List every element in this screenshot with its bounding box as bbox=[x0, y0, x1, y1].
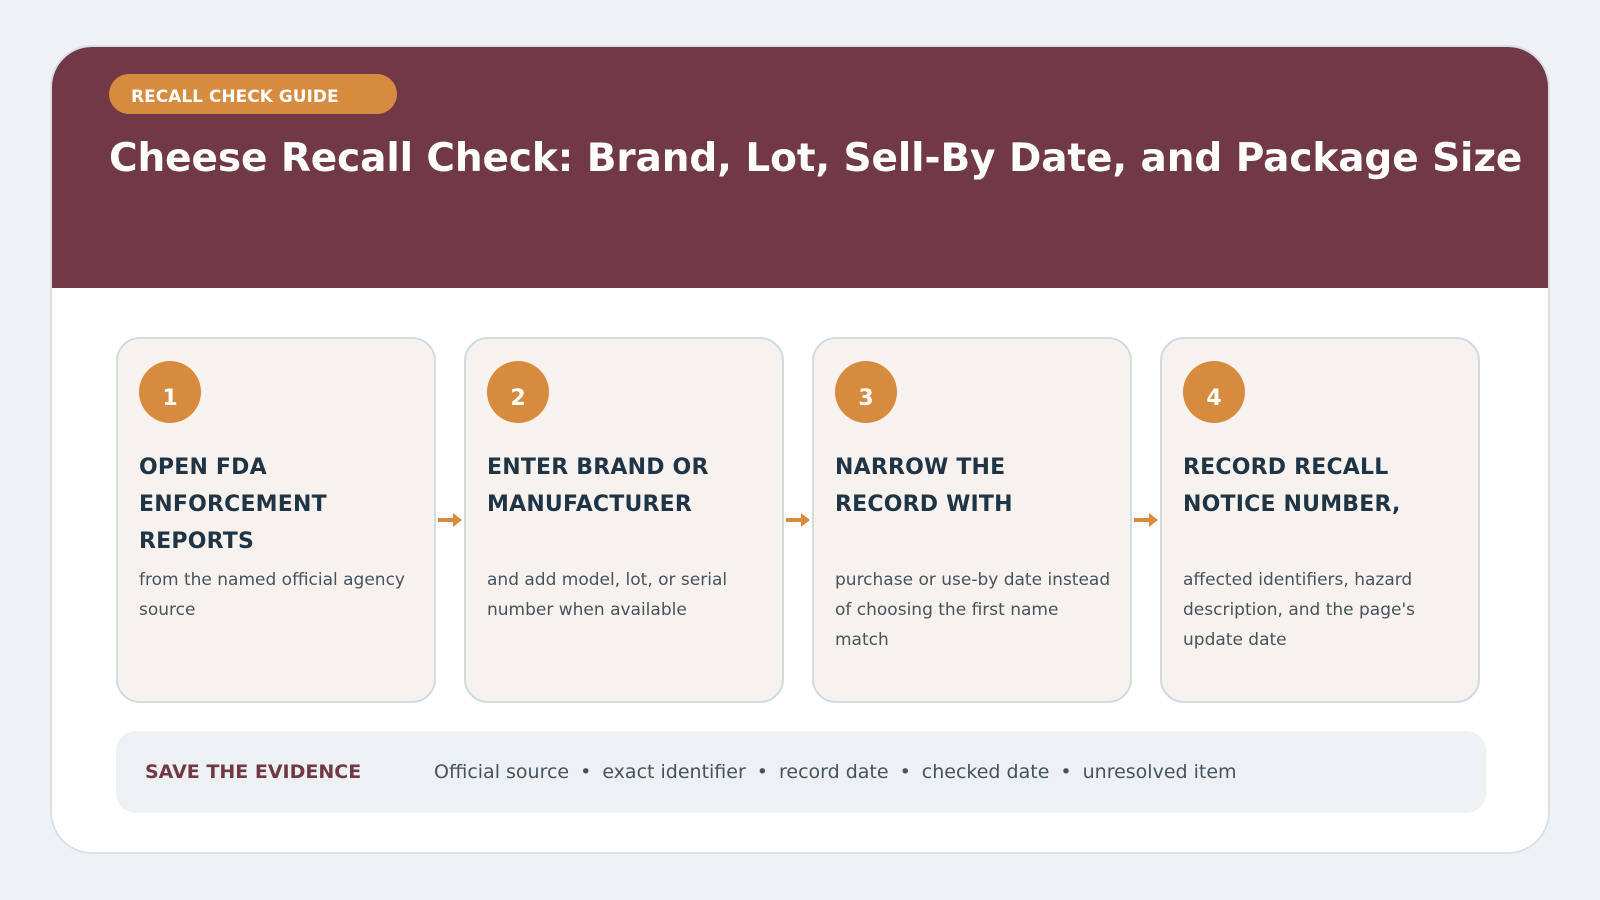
step-card-1: 1 OPEN FDA ENFORCEMENT REPORTS from the … bbox=[116, 337, 436, 703]
step-card-3: 3 NARROW THE RECORD WITH purchase or use… bbox=[812, 337, 1132, 703]
evidence-items: Official source • exact identifier • record … bbox=[434, 759, 1237, 785]
step-title: OPEN FDA ENFORCEMENT REPORTS bbox=[139, 455, 327, 554]
recall-guide-card: RECALL CHECK GUIDE Cheese Recall Check: … bbox=[50, 45, 1550, 854]
page-title: Cheese Recall Check: Brand, Lot, Sell-By… bbox=[109, 136, 1523, 181]
step-title: NARROW THE RECORD WITH bbox=[835, 455, 1013, 517]
step-card-2: 2 ENTER BRAND OR MANUFACTURER and add mo… bbox=[464, 337, 784, 703]
evidence-item-record-date: record date bbox=[779, 761, 889, 783]
evidence-item-exact-identifier: exact identifier bbox=[602, 761, 746, 783]
step-description: purchase or use-by date instead of choos… bbox=[835, 570, 1111, 650]
arrow-right-icon bbox=[786, 513, 810, 527]
step-card-4: 4 RECORD RECALL NOTICE NUMBER, affected … bbox=[1160, 337, 1480, 703]
step-number-badge: 3 bbox=[835, 361, 897, 423]
step-title: RECORD RECALL NOTICE NUMBER, bbox=[1183, 455, 1401, 517]
guide-header: RECALL CHECK GUIDE Cheese Recall Check: … bbox=[52, 47, 1548, 288]
bullet-separator-icon: • bbox=[580, 761, 592, 783]
evidence-item-official-source: Official source bbox=[434, 761, 570, 783]
evidence-checklist: SAVE THE EVIDENCE Official source • exact … bbox=[116, 731, 1486, 813]
evidence-item-checked-date: checked date bbox=[921, 761, 1050, 783]
step-number-badge: 2 bbox=[487, 361, 549, 423]
step-title: ENTER BRAND OR MANUFACTURER bbox=[487, 455, 709, 517]
evidence-heading: SAVE THE EVIDENCE bbox=[145, 761, 362, 783]
step-number-badge: 1 bbox=[139, 361, 201, 423]
bullet-separator-icon: • bbox=[756, 761, 768, 783]
arrow-right-icon bbox=[438, 513, 462, 527]
step-description: and add model, lot, or serial number whe… bbox=[487, 570, 728, 620]
arrow-right-icon bbox=[1134, 513, 1158, 527]
bullet-separator-icon: • bbox=[1060, 761, 1072, 783]
step-description: affected identifiers, hazard description… bbox=[1183, 570, 1416, 650]
guide-category-badge: RECALL CHECK GUIDE bbox=[109, 74, 397, 114]
bullet-separator-icon: • bbox=[899, 761, 911, 783]
step-description: from the named official agency source bbox=[139, 570, 405, 620]
step-number-badge: 4 bbox=[1183, 361, 1245, 423]
evidence-item-unresolved-item: unresolved item bbox=[1082, 761, 1237, 783]
recall-check-steps: 1 OPEN FDA ENFORCEMENT REPORTS from the … bbox=[116, 337, 1480, 703]
